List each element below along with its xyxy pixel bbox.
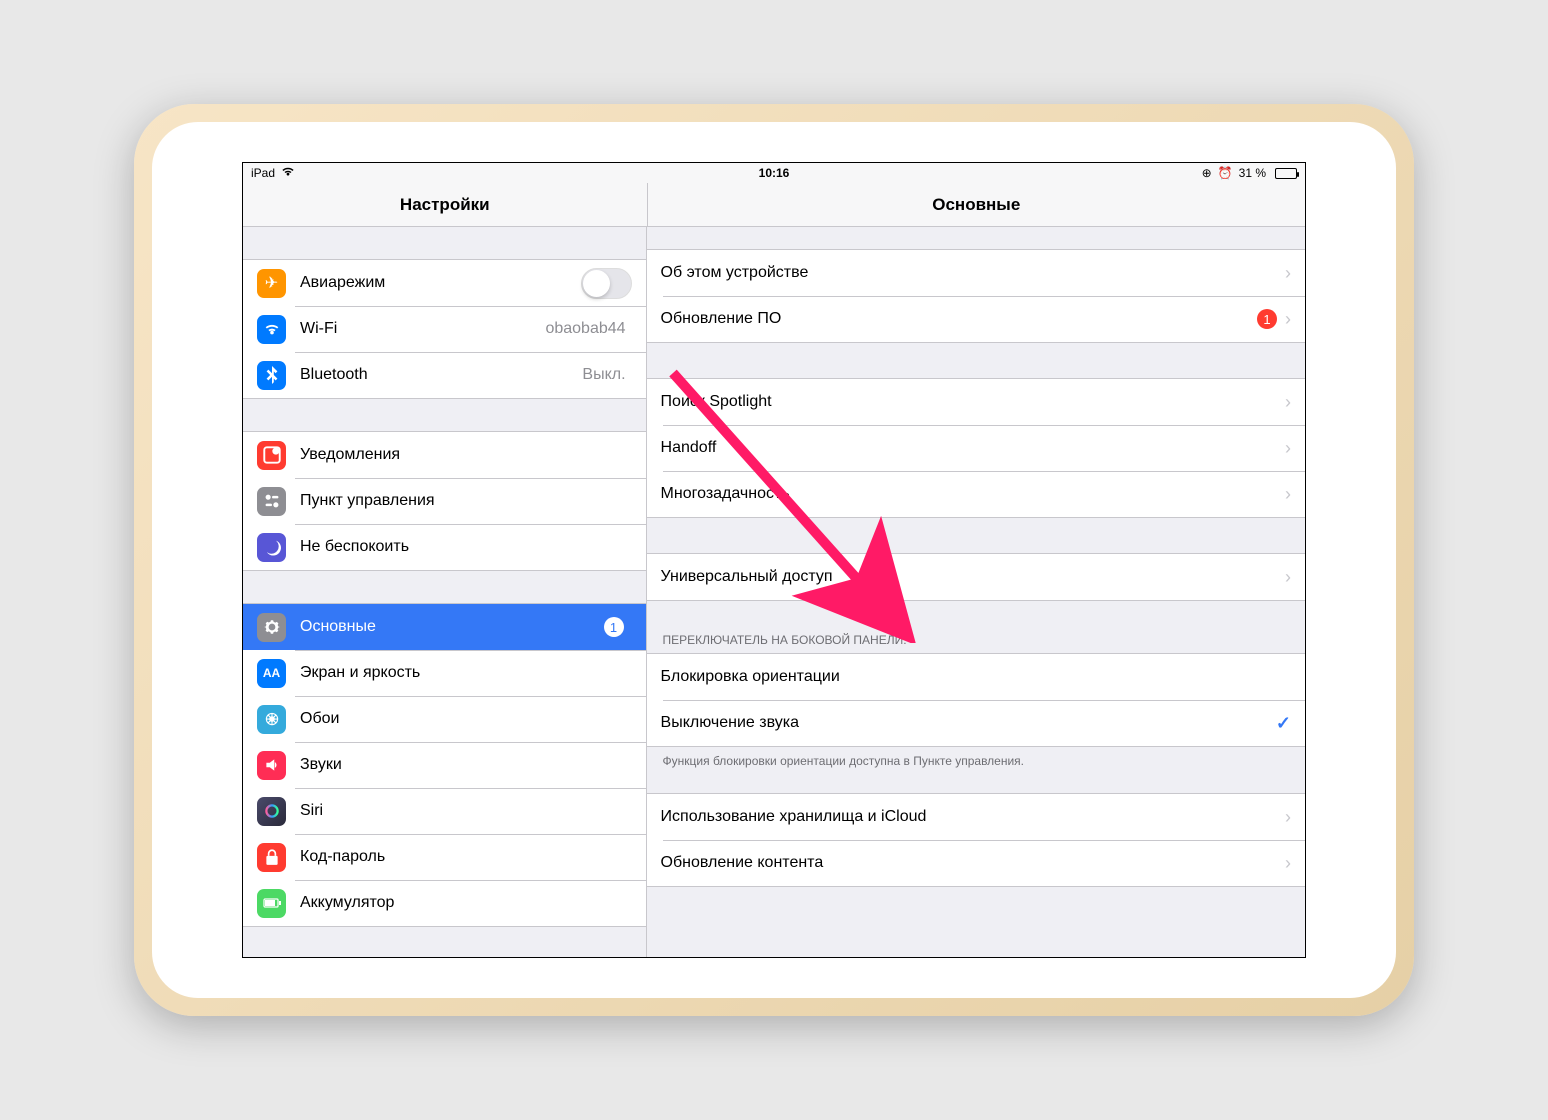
wifi-settings-icon — [257, 315, 286, 344]
sidebar-item-passcode[interactable]: Код-пароль — [243, 834, 646, 880]
orientation-lock-icon: ⊕ — [1202, 166, 1212, 180]
alarm-icon: ⏰ — [1218, 166, 1233, 180]
mute-label: Выключение звука — [661, 714, 1276, 732]
display-icon: AA — [257, 659, 286, 688]
wallpaper-icon — [257, 705, 286, 734]
settings-sidebar[interactable]: ✈ Авиарежим Wi-Fi obaobab44 — [243, 227, 647, 957]
sidebar-item-control-center[interactable]: Пункт управления — [243, 478, 646, 524]
detail-pane[interactable]: Об этом устройстве › Обновление ПО 1 › П… — [647, 227, 1305, 957]
sidebar-group-system: Основные 1 AA Экран и яркость Обои — [243, 603, 646, 927]
battery-settings-icon — [257, 889, 286, 918]
wallpaper-label: Обои — [300, 710, 632, 728]
display-label: Экран и яркость — [300, 664, 632, 682]
bluetooth-value: Выкл. — [582, 366, 625, 384]
detail-group-features: Поиск Spotlight › Handoff › Многозадачно… — [647, 378, 1305, 518]
software-update-label: Обновление ПО — [661, 310, 1257, 328]
detail-multitasking[interactable]: Многозадачность › — [647, 471, 1305, 517]
moon-icon — [257, 533, 286, 562]
storage-label: Использование хранилища и iCloud — [661, 808, 1285, 826]
status-time: 10:16 — [759, 166, 790, 180]
accessibility-label: Универсальный доступ — [661, 568, 1285, 586]
wifi-icon — [281, 166, 295, 180]
status-bar: iPad 10:16 ⊕ ⏰ 31 % — [243, 163, 1305, 183]
sounds-label: Звуки — [300, 756, 632, 774]
detail-lock-rotation[interactable]: Блокировка ориентации — [647, 654, 1305, 700]
bluetooth-label: Bluetooth — [300, 366, 582, 384]
wifi-label: Wi-Fi — [300, 320, 545, 338]
nav-bar: Настройки Основные — [243, 183, 1305, 227]
chevron-right-icon: › — [1285, 807, 1291, 828]
sidebar-item-wallpaper[interactable]: Обои — [243, 696, 646, 742]
general-label: Основные — [300, 618, 604, 636]
control-center-icon — [257, 487, 286, 516]
sounds-icon — [257, 751, 286, 780]
battery-icon — [1272, 168, 1297, 179]
detail-title: Основные — [647, 183, 1305, 226]
detail-handoff[interactable]: Handoff › — [647, 425, 1305, 471]
spotlight-label: Поиск Spotlight — [661, 393, 1285, 411]
sidebar-item-general[interactable]: Основные 1 — [243, 604, 646, 650]
detail-group-storage: Использование хранилища и iCloud › Обнов… — [647, 793, 1305, 887]
notifications-icon — [257, 441, 286, 470]
device-label: iPad — [251, 166, 275, 180]
screen: iPad 10:16 ⊕ ⏰ 31 % Настройки Основные — [242, 162, 1306, 958]
sidebar-item-wifi[interactable]: Wi-Fi obaobab44 — [243, 306, 646, 352]
sidebar-item-dnd[interactable]: Не беспокоить — [243, 524, 646, 570]
sidebar-title: Настройки — [243, 183, 647, 226]
control-center-label: Пункт управления — [300, 492, 632, 510]
detail-background-refresh[interactable]: Обновление контента › — [647, 840, 1305, 886]
background-refresh-label: Обновление контента — [661, 854, 1285, 872]
lock-icon — [257, 843, 286, 872]
chevron-right-icon: › — [1285, 392, 1291, 413]
detail-group-side-switch: Блокировка ориентации Выключение звука ✓ — [647, 653, 1305, 747]
sidebar-item-sounds[interactable]: Звуки — [243, 742, 646, 788]
ipad-frame: iPad 10:16 ⊕ ⏰ 31 % Настройки Основные — [134, 104, 1414, 1016]
airplane-label: Авиарежим — [300, 274, 581, 292]
detail-accessibility[interactable]: Универсальный доступ › — [647, 554, 1305, 600]
side-switch-header: ПЕРЕКЛЮЧАТЕЛЬ НА БОКОВОЙ ПАНЕЛИ: — [647, 627, 1305, 653]
sidebar-group-connectivity: ✈ Авиарежим Wi-Fi obaobab44 — [243, 259, 646, 399]
airplane-toggle[interactable] — [581, 268, 632, 299]
battery-label: Аккумулятор — [300, 894, 632, 912]
siri-label: Siri — [300, 802, 632, 820]
detail-spotlight[interactable]: Поиск Spotlight › — [647, 379, 1305, 425]
detail-group-info: Об этом устройстве › Обновление ПО 1 › — [647, 249, 1305, 343]
sidebar-group-alerts: Уведомления Пункт управления — [243, 431, 646, 571]
chevron-right-icon: › — [1285, 567, 1291, 588]
detail-about[interactable]: Об этом устройстве › — [647, 250, 1305, 296]
bluetooth-icon — [257, 361, 286, 390]
content: ✈ Авиарежим Wi-Fi obaobab44 — [243, 227, 1305, 957]
dnd-label: Не беспокоить — [300, 538, 632, 556]
sidebar-item-bluetooth[interactable]: Bluetooth Выкл. — [243, 352, 646, 398]
chevron-right-icon: › — [1285, 853, 1291, 874]
airplane-icon: ✈ — [257, 269, 286, 298]
sidebar-item-siri[interactable]: Siri — [243, 788, 646, 834]
sidebar-item-display[interactable]: AA Экран и яркость — [243, 650, 646, 696]
detail-software-update[interactable]: Обновление ПО 1 › — [647, 296, 1305, 342]
wifi-value: obaobab44 — [545, 320, 625, 338]
chevron-right-icon: › — [1285, 309, 1291, 330]
sidebar-item-battery[interactable]: Аккумулятор — [243, 880, 646, 926]
gear-icon — [257, 613, 286, 642]
chevron-right-icon: › — [1285, 438, 1291, 459]
battery-percent: 31 % — [1239, 166, 1266, 180]
siri-icon — [257, 797, 286, 826]
software-update-badge: 1 — [1257, 309, 1277, 329]
chevron-right-icon: › — [1285, 484, 1291, 505]
lock-rotation-label: Блокировка ориентации — [661, 668, 1291, 686]
about-label: Об этом устройстве — [661, 264, 1285, 282]
handoff-label: Handoff — [661, 439, 1285, 457]
detail-mute[interactable]: Выключение звука ✓ — [647, 700, 1305, 746]
checkmark-icon: ✓ — [1276, 713, 1291, 734]
sidebar-item-airplane[interactable]: ✈ Авиарежим — [243, 260, 646, 306]
chevron-right-icon: › — [1285, 263, 1291, 284]
general-badge: 1 — [604, 617, 624, 637]
detail-storage[interactable]: Использование хранилища и iCloud › — [647, 794, 1305, 840]
notifications-label: Уведомления — [300, 446, 632, 464]
detail-group-accessibility: Универсальный доступ › — [647, 553, 1305, 601]
passcode-label: Код-пароль — [300, 848, 632, 866]
side-switch-footer: Функция блокировки ориентации доступна в… — [647, 747, 1305, 775]
sidebar-item-notifications[interactable]: Уведомления — [243, 432, 646, 478]
multitasking-label: Многозадачность — [661, 485, 1285, 503]
